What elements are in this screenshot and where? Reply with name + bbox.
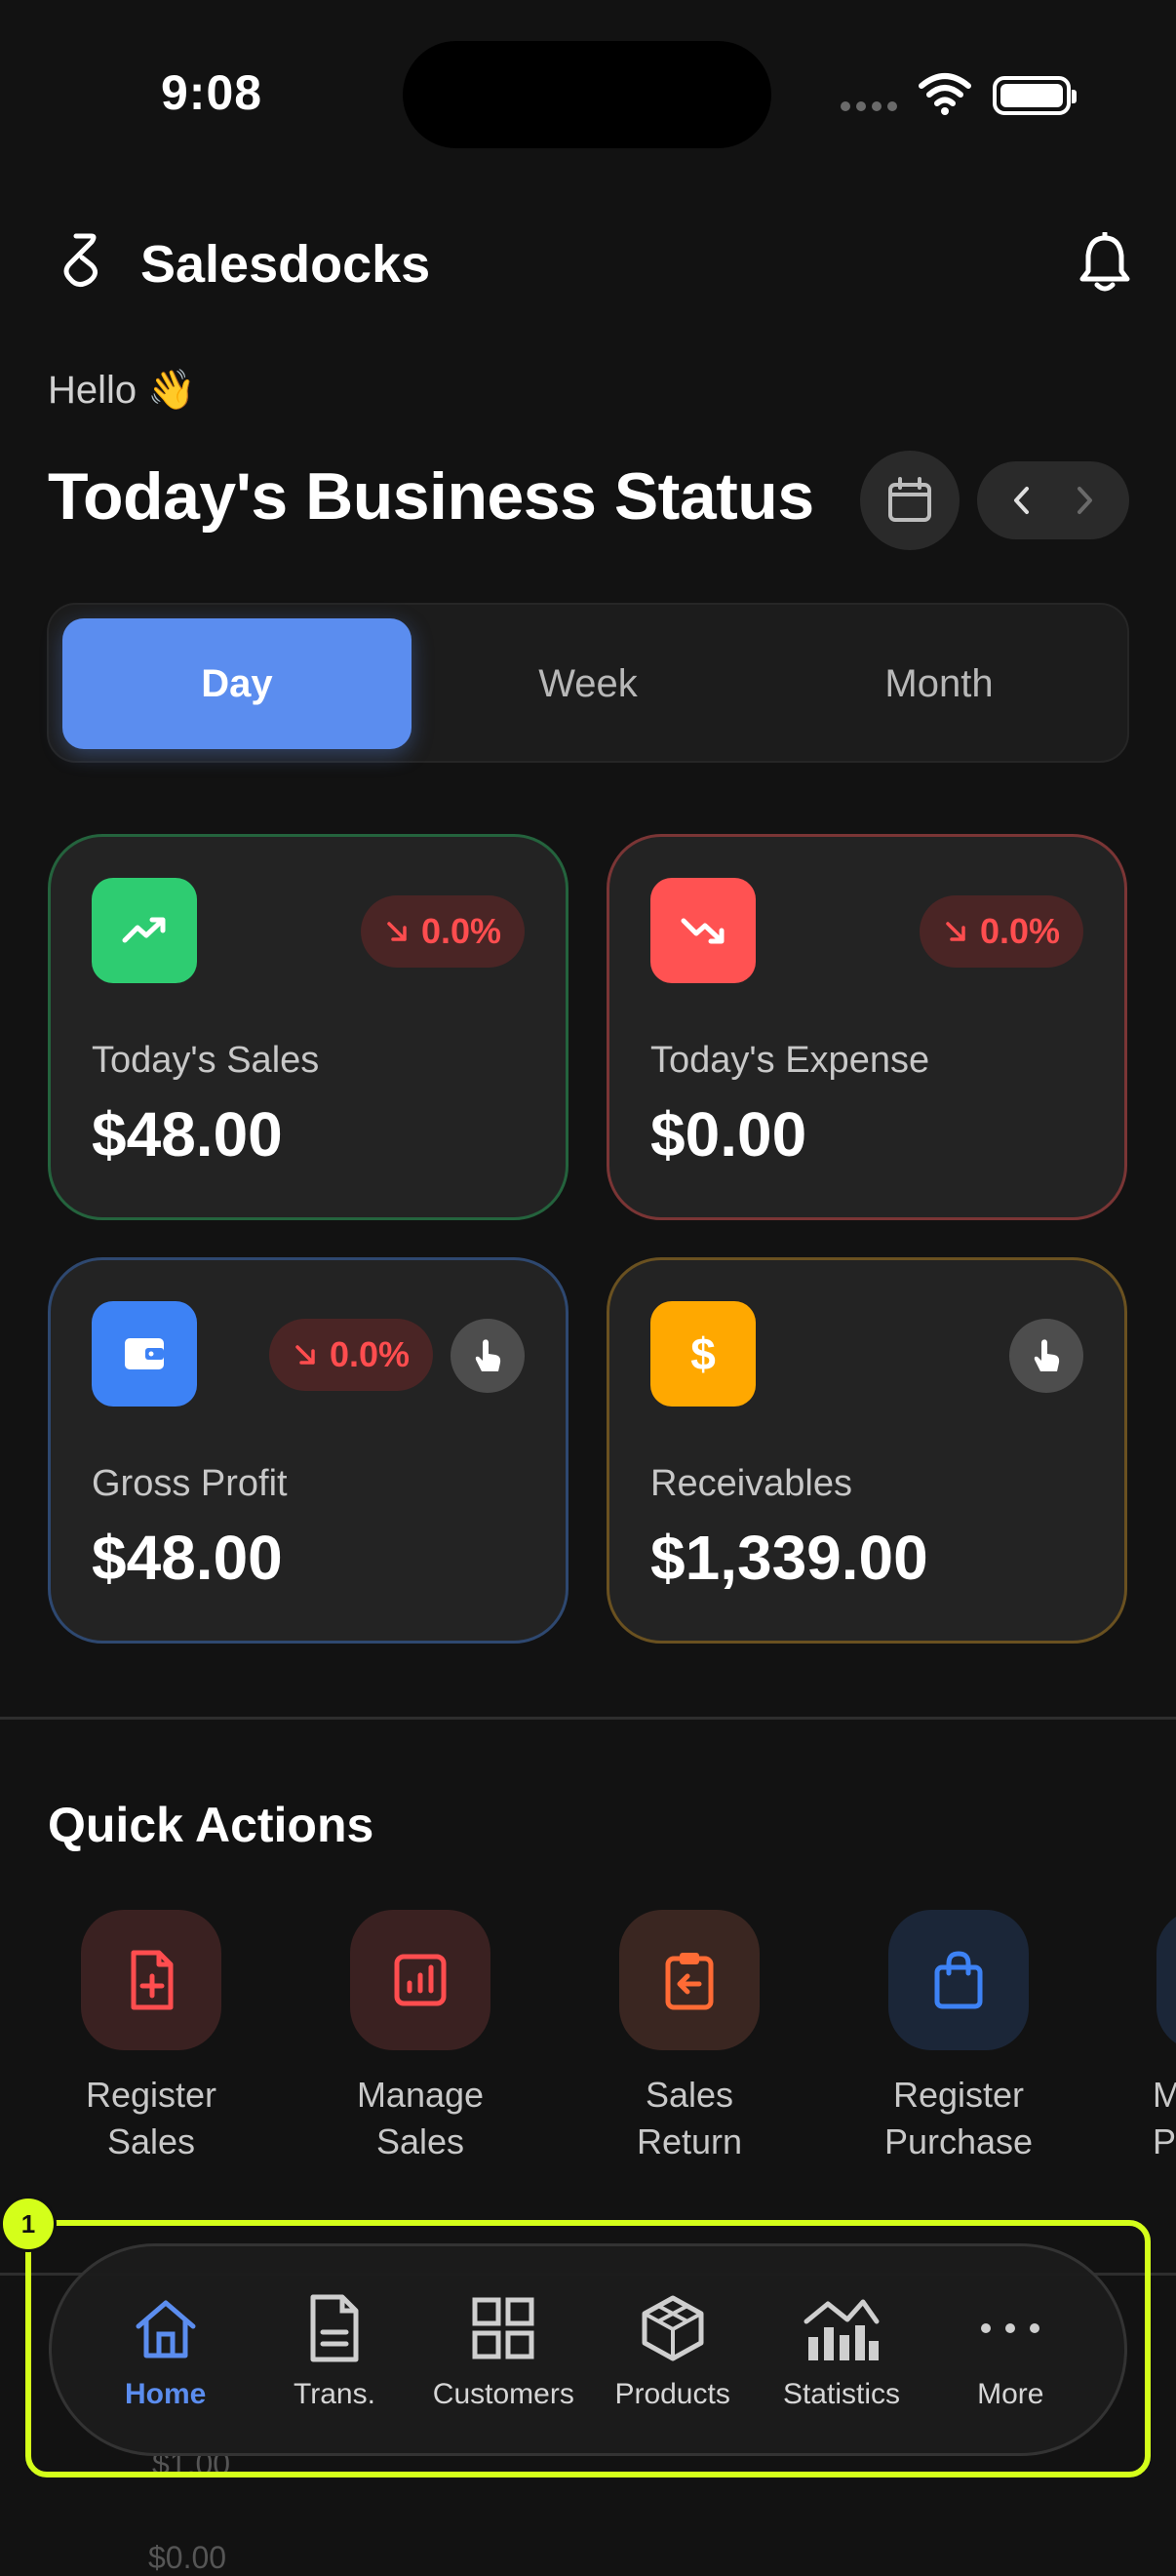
section-divider: [0, 1717, 1176, 1720]
dollar-icon: $: [650, 1301, 756, 1407]
quick-actions-title: Quick Actions: [48, 1798, 374, 1852]
receivables-card[interactable]: $ Receivables $1,339.00: [607, 1257, 1127, 1644]
shopping-bag-icon: [888, 1910, 1029, 2050]
qa-label-line2: Sales: [106, 2121, 196, 2161]
qa-label-line2: Sales: [375, 2121, 465, 2161]
wifi-icon: [919, 73, 971, 115]
qa-label-line2: Purchase: [883, 2121, 1034, 2161]
profit-change-value: 0.0%: [329, 1334, 410, 1374]
receivables-label: Receivables: [650, 1463, 852, 1504]
arrow-down-right-icon: [946, 922, 965, 941]
calendar-button[interactable]: [860, 451, 960, 550]
qa-label-line2: Return: [636, 2121, 743, 2161]
partial-icon: [1156, 1910, 1176, 2050]
qa-label-line1: Register: [85, 2075, 217, 2115]
chevron-left-icon[interactable]: [1007, 484, 1037, 517]
tab-month[interactable]: Month: [764, 618, 1114, 749]
expense-label: Today's Expense: [650, 1040, 930, 1081]
annotation-badge: 1: [0, 2196, 57, 2252]
greeting-text: Hello 👋: [48, 369, 197, 412]
quick-action-register-purchase[interactable]: Register Purchase: [846, 1910, 1071, 2165]
receivables-value: $1,339.00: [650, 1523, 928, 1593]
quick-action-manage-sales[interactable]: Manage Sales: [308, 1910, 532, 2165]
clipboard-return-icon: [619, 1910, 760, 2050]
quick-action-register-sales[interactable]: Register Sales: [39, 1910, 263, 2165]
quick-action-partial[interactable]: M Pu: [1116, 1910, 1176, 2165]
trending-up-icon: [92, 878, 197, 983]
profit-value: $48.00: [92, 1523, 283, 1593]
sales-value: $48.00: [92, 1099, 283, 1169]
sales-change-value: 0.0%: [420, 911, 501, 951]
sales-label: Today's Sales: [92, 1040, 320, 1081]
qa-label-line1: Sales: [645, 2075, 734, 2115]
wallet-icon: [92, 1301, 197, 1407]
profit-change-badge: 0.0%: [268, 1319, 433, 1391]
bell-icon[interactable]: [1077, 232, 1133, 295]
calendar-icon: [888, 477, 931, 522]
signal-dots-icon: [841, 101, 897, 111]
expense-change-value: 0.0%: [979, 911, 1060, 951]
qa-label-line1: Register: [892, 2075, 1025, 2115]
arrow-down-right-icon: [295, 1345, 315, 1365]
sales-card[interactable]: 0.0% Today's Sales $48.00: [48, 834, 568, 1220]
quick-action-sales-return[interactable]: Sales Return: [577, 1910, 802, 2165]
file-plus-icon: [81, 1910, 221, 2050]
chevron-right-icon[interactable]: [1070, 484, 1099, 517]
qa-label-line1: M: [1153, 2075, 1176, 2115]
date-navigation: [977, 461, 1129, 539]
battery-icon: [993, 76, 1077, 115]
status-time: 9:08: [161, 65, 263, 120]
qa-label-line1: Manage: [356, 2075, 485, 2115]
page-title: Today's Business Status: [48, 459, 814, 534]
tap-hand-icon[interactable]: [1009, 1319, 1083, 1393]
background-amount: $0.00: [148, 2540, 227, 2575]
salesdocks-logo-icon: [63, 233, 98, 287]
gross-profit-card[interactable]: 0.0% Gross Profit $48.00: [48, 1257, 568, 1644]
period-selector: Day Week Month: [47, 603, 1129, 763]
expense-value: $0.00: [650, 1099, 807, 1169]
tab-week[interactable]: Week: [413, 618, 763, 749]
profit-label: Gross Profit: [92, 1463, 288, 1504]
trending-down-icon: [650, 878, 756, 983]
expense-change-badge: 0.0%: [919, 895, 1083, 968]
dynamic-island: [403, 41, 771, 148]
tab-day[interactable]: Day: [62, 618, 412, 749]
brand-name: Salesdocks: [140, 235, 431, 294]
sales-change-badge: 0.0%: [360, 895, 525, 968]
arrow-down-right-icon: [387, 922, 407, 941]
report-icon: [350, 1910, 490, 2050]
expense-card[interactable]: 0.0% Today's Expense $0.00: [607, 834, 1127, 1220]
tap-hand-icon[interactable]: [451, 1319, 525, 1393]
tabbar-highlight-box: [25, 2220, 1151, 2477]
qa-label-line2: Pu: [1153, 2121, 1176, 2161]
